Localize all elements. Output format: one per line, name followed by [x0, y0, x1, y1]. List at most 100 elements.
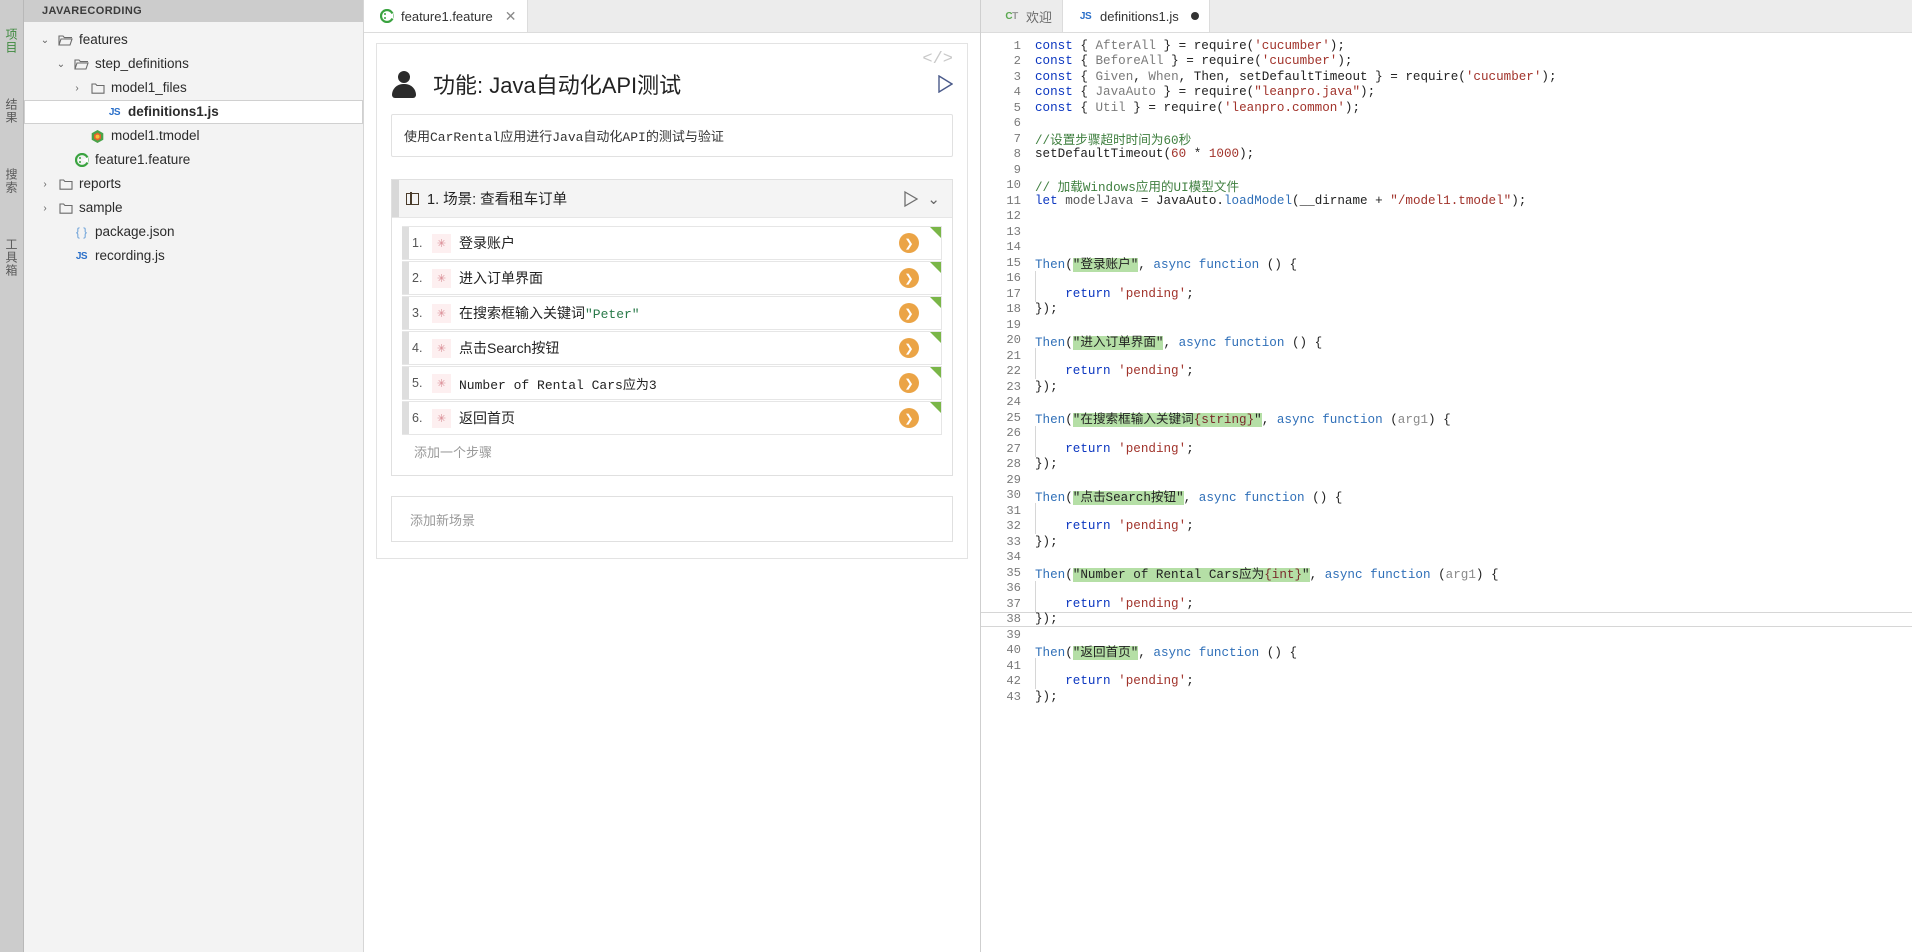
step-number: 4.	[412, 341, 423, 355]
folder-icon	[57, 176, 74, 192]
run-step-button[interactable]: ❯	[899, 373, 919, 393]
code-line[interactable]: 7 //设置步骤超时时间为60秒	[981, 131, 1912, 149]
code-line[interactable]: 28});	[981, 457, 1912, 473]
step-row[interactable]: 3. ✳ 在搜索框输入关键词"Peter" ❯	[402, 296, 942, 330]
tree-item-reports[interactable]: › reports	[24, 172, 363, 196]
chevron-right-icon[interactable]: ›	[70, 83, 84, 94]
code-content[interactable]: 1 const { AfterAll } = require('cucumber'…	[981, 33, 1912, 952]
code-line[interactable]: 5 const { Util } = require('leanpro.commo…	[981, 100, 1912, 116]
code-line[interactable]: 41	[981, 658, 1912, 674]
tree-item-feature1-feature[interactable]: ›feature1.feature	[24, 148, 363, 172]
step-keyword-icon: ✳	[432, 303, 451, 323]
code-line[interactable]: 25 Then("在搜索框输入关键词{string}", async functi…	[981, 410, 1912, 428]
close-icon[interactable]: ✕	[505, 8, 517, 25]
step-row[interactable]: 1. ✳ 登录账户 ❯	[402, 226, 942, 260]
code-line[interactable]: 13	[981, 224, 1912, 240]
tree-item-features[interactable]: ⌄ features	[24, 28, 363, 52]
code-line[interactable]: 8 setDefaultTimeout(60 * 1000);	[981, 147, 1912, 163]
run-step-button[interactable]: ❯	[899, 338, 919, 358]
code-line[interactable]: 4 const { JavaAuto } = require("leanpro.j…	[981, 85, 1912, 101]
add-scenario-button[interactable]: 添加新场景	[391, 496, 953, 542]
chevron-down-icon[interactable]: ⌄	[54, 59, 68, 70]
step-number: 3.	[412, 306, 423, 320]
code-line-text: return 'pending';	[1065, 441, 1194, 456]
step-keyword-icon: ✳	[432, 338, 451, 358]
unsaved-dot-icon[interactable]	[1190, 12, 1199, 20]
run-scenario-icon[interactable]	[903, 190, 919, 208]
chevron-down-icon[interactable]: ⌄	[38, 35, 52, 46]
line-number: 39	[1006, 627, 1021, 642]
code-line-text: });	[1035, 612, 1058, 627]
tab-feature1-feature[interactable]: feature1.feature ✕	[364, 0, 528, 32]
activity-item-search[interactable]: 搜索	[3, 166, 20, 196]
scenario-header[interactable]: 1. 场景: 查看租车订单 ⌄	[392, 180, 952, 218]
code-line[interactable]: 15 Then("登录账户", async function () {	[981, 255, 1912, 273]
line-number: 18	[1006, 302, 1021, 317]
code-line[interactable]: 12	[981, 209, 1912, 225]
chevron-right-icon[interactable]: ›	[38, 203, 52, 214]
feature-description[interactable]: 使用CarRental应用进行Java自动化API的测试与验证	[391, 114, 953, 157]
activity-item-toolbox[interactable]: 工具箱	[3, 236, 20, 279]
tree-item-model1-files[interactable]: › model1_files	[24, 76, 363, 100]
code-line[interactable]: 36	[981, 580, 1912, 597]
code-line-text: let modelJava = JavaAuto.loadModel(__dir…	[1035, 193, 1527, 208]
feature-title-row: 功能: Java自动化API测试	[391, 68, 953, 100]
code-line[interactable]: 30 Then("点击Search按钮", async function () {	[981, 488, 1912, 505]
line-number: 15	[1006, 255, 1021, 270]
run-step-button[interactable]: ❯	[899, 233, 919, 253]
code-line[interactable]: 32 return 'pending';	[981, 518, 1912, 535]
code-line[interactable]: 37 return 'pending';	[981, 596, 1912, 612]
run-step-button[interactable]: ❯	[899, 303, 919, 323]
code-line[interactable]: 35 Then("Number of Rental Cars应为{int}", a…	[981, 565, 1912, 583]
tree-item-step-definitions[interactable]: ⌄ step_definitions	[24, 52, 363, 76]
run-feature-icon[interactable]	[937, 75, 953, 93]
code-line-text: });	[1035, 302, 1058, 317]
step-text-main: 点击Search按钮	[459, 340, 560, 356]
code-line[interactable]: 10 // 加载Windows应用的UI模型文件	[981, 178, 1912, 195]
tab-definitions1-js[interactable]: JS definitions1.js	[1063, 0, 1210, 32]
tree-item-sample[interactable]: › sample	[24, 196, 363, 220]
activity-item-project[interactable]: 项目	[3, 26, 20, 56]
tab-bar-filler	[1209, 0, 1912, 32]
code-line-text: return 'pending';	[1065, 519, 1194, 534]
code-line[interactable]: 38});	[981, 612, 1912, 628]
tree-item-recording-js[interactable]: ›JSrecording.js	[24, 244, 363, 268]
code-line[interactable]: 33});	[981, 534, 1912, 550]
code-line[interactable]: 21	[981, 348, 1912, 364]
step-row[interactable]: 4. ✳ 点击Search按钮 ❯	[402, 331, 942, 365]
code-line[interactable]: 31	[981, 503, 1912, 519]
code-line[interactable]: 23});	[981, 379, 1912, 395]
run-step-button[interactable]: ❯	[899, 408, 919, 428]
code-line[interactable]: 20 Then("进入订单界面", async function () {	[981, 333, 1912, 350]
add-step-button[interactable]: 添加一个步骤	[392, 436, 952, 475]
step-row[interactable]: 2. ✳ 进入订单界面 ❯	[402, 261, 942, 295]
code-line[interactable]: 26	[981, 425, 1912, 442]
code-line[interactable]: 43});	[981, 689, 1912, 705]
tab--[interactable]: CT 欢迎	[989, 0, 1064, 32]
code-line[interactable]: 16	[981, 270, 1912, 287]
run-step-button[interactable]: ❯	[899, 268, 919, 288]
code-line[interactable]: 42 return 'pending';	[981, 673, 1912, 690]
step-status-corner-icon	[930, 262, 941, 273]
code-view-icon[interactable]: </>	[922, 50, 953, 69]
step-row[interactable]: 5. ✳ Number of Rental Cars应为3 ❯	[402, 366, 942, 400]
chevron-down-icon[interactable]: ⌄	[927, 190, 940, 208]
code-line[interactable]: 3 const { Given, When, Then, setDefaultTi…	[981, 69, 1912, 85]
code-line[interactable]: 18});	[981, 302, 1912, 318]
chevron-right-icon[interactable]: ›	[38, 179, 52, 190]
js-icon: JS	[75, 250, 88, 262]
code-line[interactable]: 27 return 'pending';	[981, 441, 1912, 457]
code-line[interactable]: 22 return 'pending';	[981, 363, 1912, 380]
folder-icon	[57, 200, 74, 216]
tree-item-definitions1-js[interactable]: ›JSdefinitions1.js	[24, 100, 363, 124]
code-line[interactable]: 17 return 'pending';	[981, 286, 1912, 302]
tree-item-package-json[interactable]: ›{ }package.json	[24, 220, 363, 244]
code-line[interactable]: 11 let modelJava = JavaAuto.loadModel(__d…	[981, 193, 1912, 209]
step-row[interactable]: 6. ✳ 返回首页 ❯	[402, 401, 942, 435]
code-line[interactable]: 2 const { BeforeAll } = require('cucumber…	[981, 54, 1912, 70]
code-line[interactable]: 1 const { AfterAll } = require('cucumber'…	[981, 38, 1912, 54]
code-line-text: Then("Number of Rental Cars应为{int}", asy…	[1035, 568, 1499, 583]
code-line[interactable]: 40 Then("返回首页", async function () {	[981, 643, 1912, 660]
activity-item-results[interactable]: 结果	[3, 96, 20, 126]
tree-item-model1-tmodel[interactable]: ›model1.tmodel	[24, 124, 363, 148]
